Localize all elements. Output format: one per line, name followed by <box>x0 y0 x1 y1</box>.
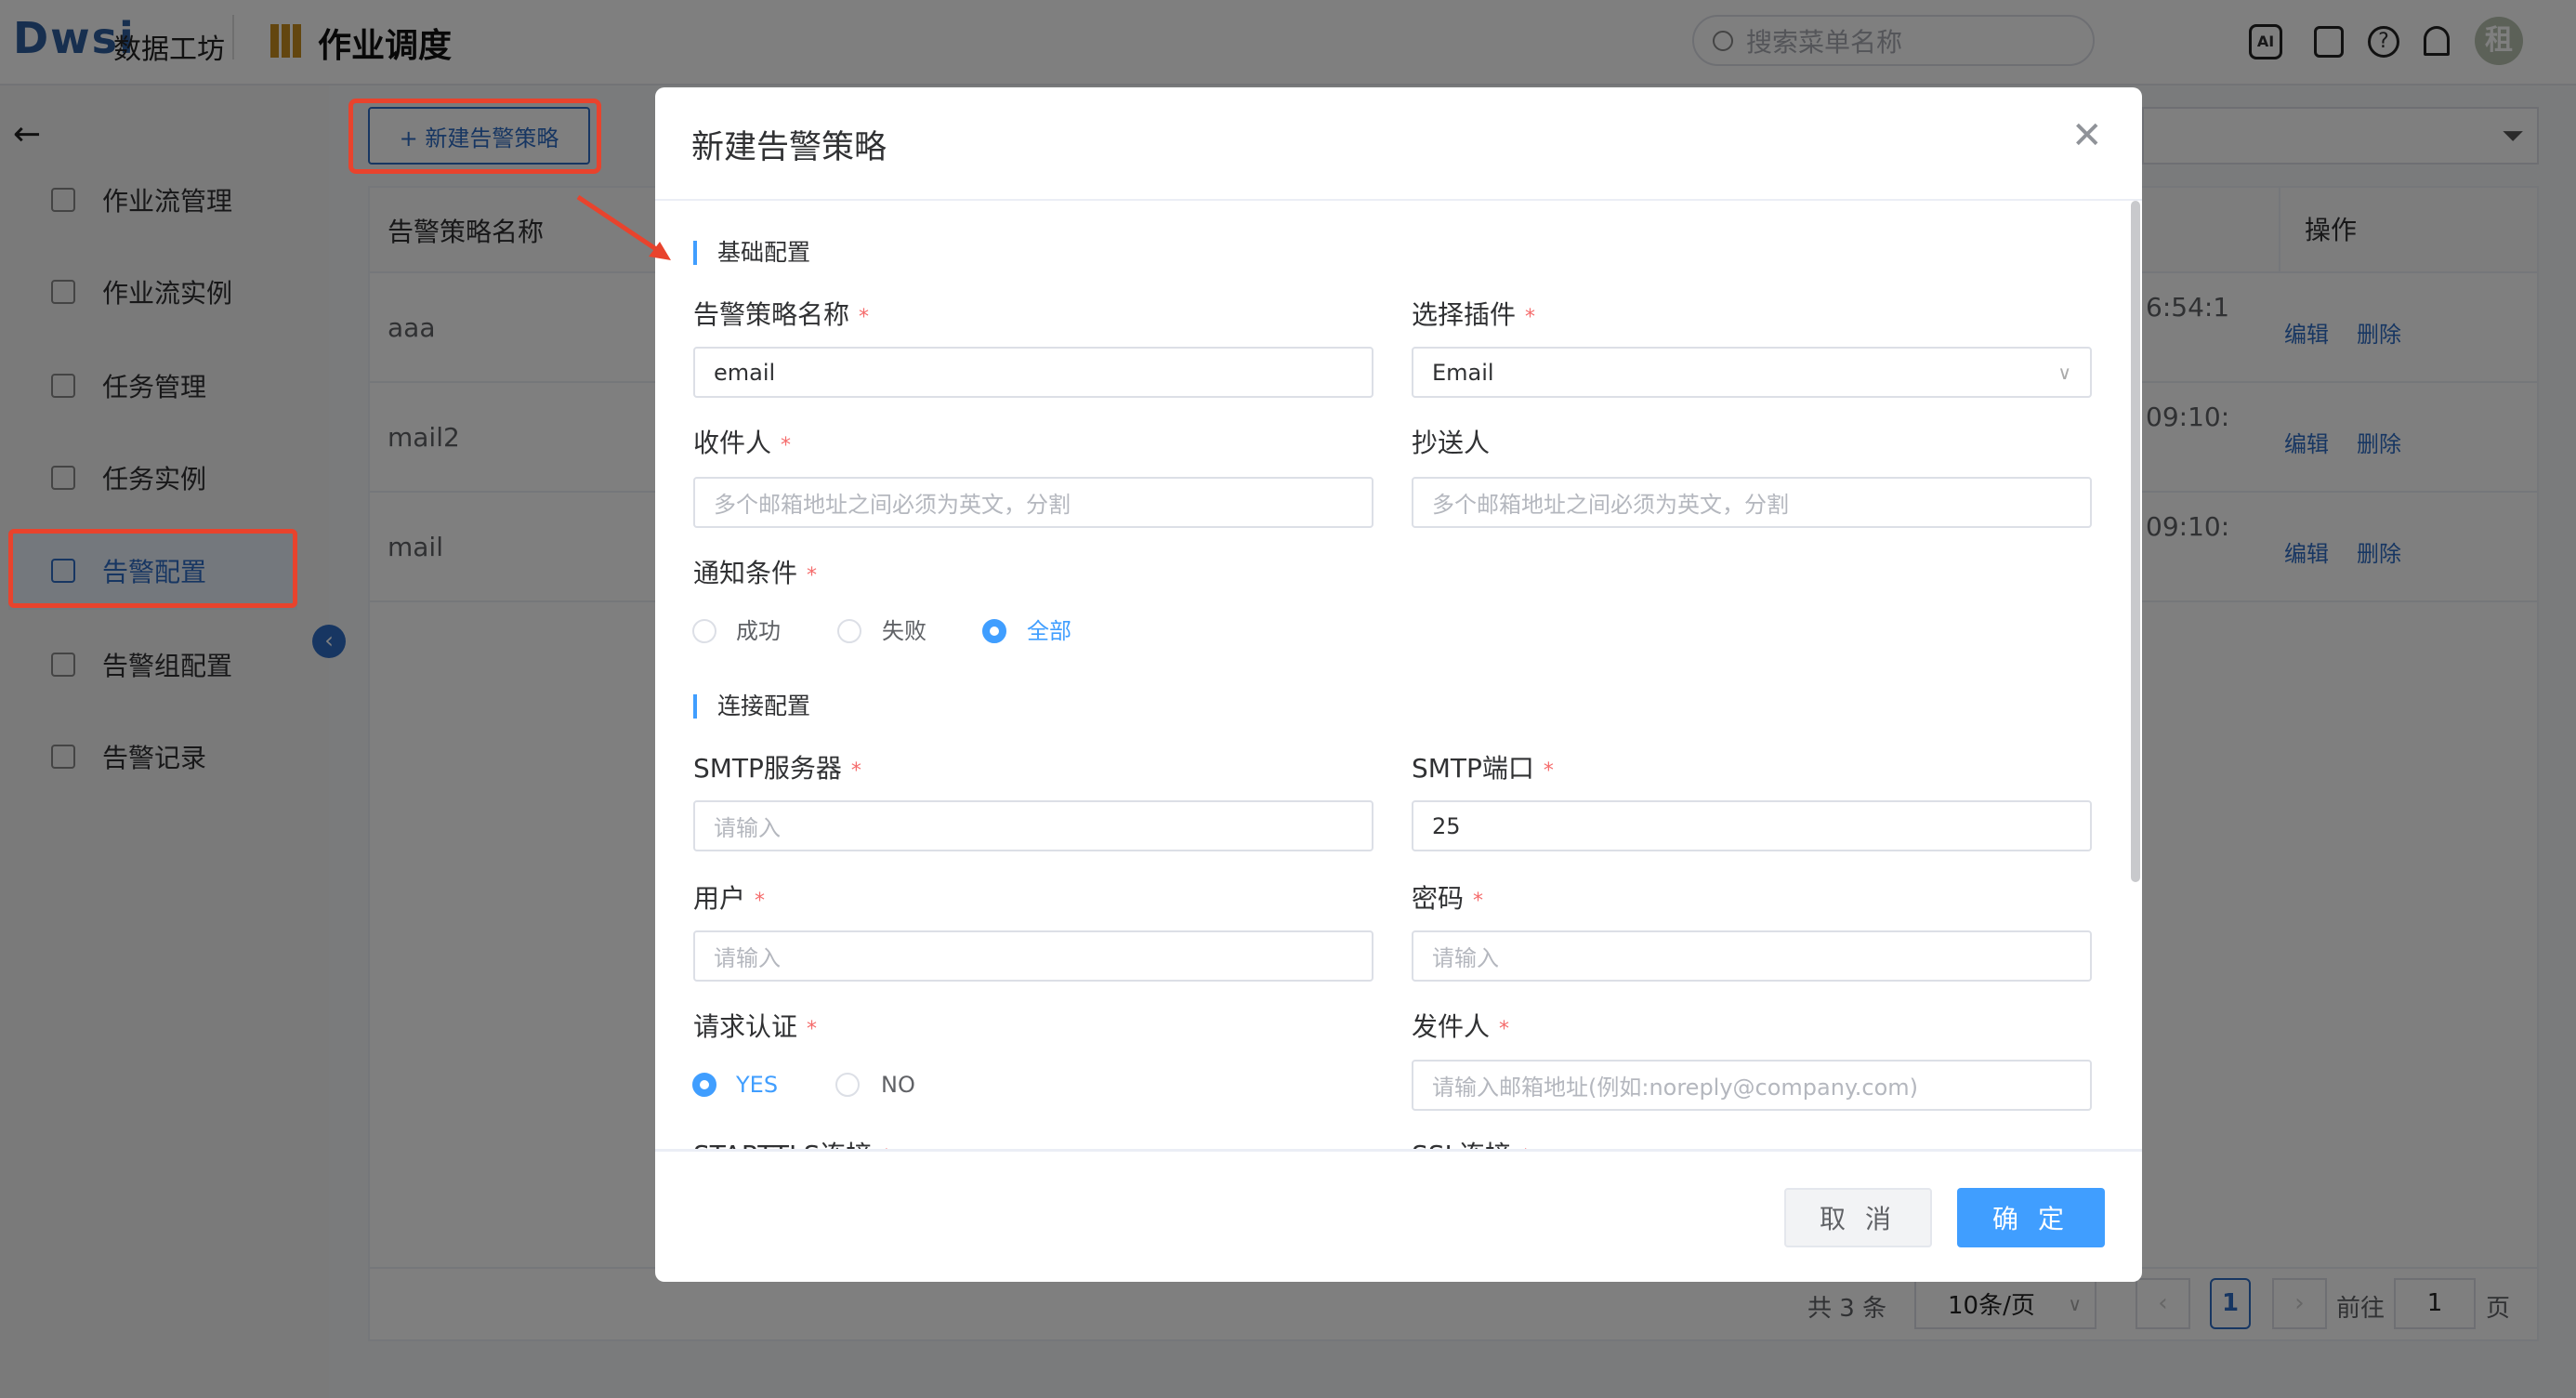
cancel-button[interactable]: 取 消 <box>1784 1188 1932 1247</box>
sender-label: 发件人 * <box>1412 1011 1510 1042</box>
radio-auth-yes-label[interactable]: YES <box>736 1071 778 1099</box>
close-icon[interactable]: ✕ <box>2071 117 2103 154</box>
cc-input[interactable]: 多个邮箱地址之间必须为英文，分割 <box>1412 477 2092 528</box>
ssl-label: SSL连接* <box>1412 1140 1531 1149</box>
smtp-server-input[interactable]: 请输入 <box>693 800 1373 851</box>
plugin-label: 选择插件 * <box>1412 299 1536 330</box>
divider <box>655 1149 2142 1152</box>
section-connection-config: 连接配置 <box>693 694 810 719</box>
radio-auth-no-label[interactable]: NO <box>881 1071 915 1099</box>
dialog-title: 新建告警策略 <box>691 129 887 166</box>
smtp-port-label: SMTP端口 * <box>1412 753 1554 784</box>
starttls-label: STARTTLS连接* <box>693 1140 891 1149</box>
password-input[interactable]: 请输入 <box>1412 930 2092 982</box>
radio-all[interactable] <box>982 619 1006 643</box>
plugin-value: Email <box>1432 359 1494 386</box>
sender-input[interactable]: 请输入邮箱地址(例如:noreply@company.com) <box>1412 1060 2092 1111</box>
radio-auth-no[interactable] <box>835 1073 860 1097</box>
dialog-body: 基础配置 告警策略名称 * 选择插件 * email Email ∨ 收件人 * 抄送人… <box>655 201 2142 1149</box>
radio-auth-yes[interactable] <box>692 1073 716 1097</box>
name-label: 告警策略名称 * <box>693 299 870 330</box>
smtp-server-label: SMTP服务器 * <box>693 753 861 784</box>
plugin-select[interactable]: Email ∨ <box>1412 347 2092 398</box>
auth-label: 请求认证 * <box>693 1011 818 1042</box>
policy-name-input[interactable]: email <box>693 347 1373 398</box>
radio-success[interactable] <box>692 619 716 643</box>
recipients-input[interactable]: 多个邮箱地址之间必须为英文，分割 <box>693 477 1373 528</box>
password-label: 密码 * <box>1412 883 1484 914</box>
new-alert-policy-dialog: 新建告警策略 ✕ 基础配置 告警策略名称 * 选择插件 * email Email ∨… <box>655 87 2142 1282</box>
smtp-port-input[interactable]: 25 <box>1412 800 2092 851</box>
chevron-down-icon: ∨ <box>2057 361 2071 384</box>
cc-label: 抄送人 <box>1412 428 1491 458</box>
section-basic-config: 基础配置 <box>693 241 810 265</box>
annotation-highlight-new-button <box>348 99 601 174</box>
dialog-body-content: 基础配置 告警策略名称 * 选择插件 * email Email ∨ 收件人 * 抄送人… <box>655 201 2142 1149</box>
condition-label: 通知条件 * <box>693 558 818 588</box>
user-input[interactable]: 请输入 <box>693 930 1373 982</box>
radio-failure-label[interactable]: 失败 <box>882 617 927 645</box>
to-label: 收件人 * <box>693 428 792 458</box>
dialog-scrollbar[interactable] <box>2131 201 2140 882</box>
annotation-arrow-icon <box>576 194 671 260</box>
radio-all-label[interactable]: 全部 <box>1027 617 1071 645</box>
annotation-highlight-sidebar <box>8 529 297 608</box>
confirm-button[interactable]: 确 定 <box>1957 1188 2105 1247</box>
user-label: 用户 * <box>693 883 766 914</box>
radio-failure[interactable] <box>837 619 861 643</box>
radio-success-label[interactable]: 成功 <box>736 617 781 645</box>
